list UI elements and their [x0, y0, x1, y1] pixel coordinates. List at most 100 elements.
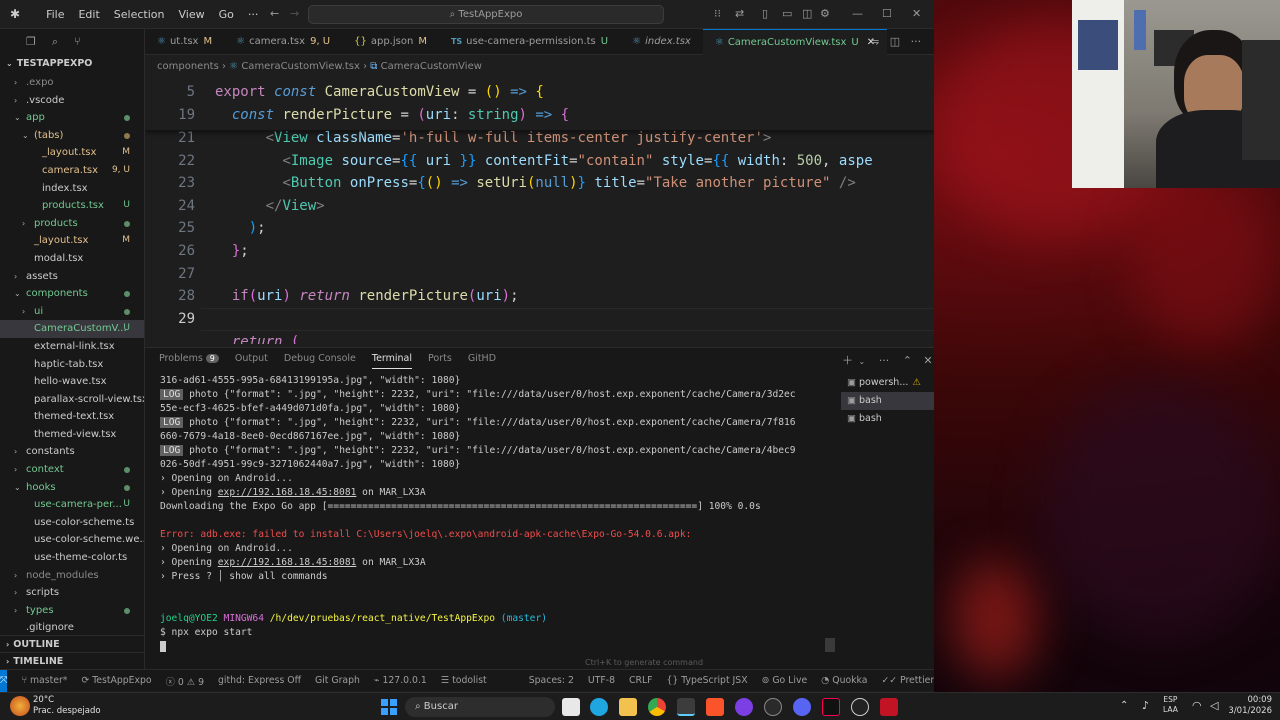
breadcrumb-folder[interactable]: components [157, 61, 219, 72]
split-editor-icon[interactable]: ◫ [890, 35, 900, 48]
tree-item[interactable]: themed-view.tsx [0, 426, 144, 444]
tab-problems[interactable]: Problems 9 [159, 353, 219, 364]
tree-item[interactable]: hello-wave.tsx [0, 373, 144, 391]
terminal-scrollbar[interactable] [825, 638, 835, 652]
chatgpt-icon[interactable] [851, 698, 869, 716]
tree-item[interactable]: › products [0, 215, 144, 233]
githd-status[interactable]: githd: Express Off [218, 675, 301, 686]
clock[interactable]: 00:09 3/01/2026 [1228, 695, 1272, 717]
tree-item[interactable]: modal.tsx [0, 250, 144, 268]
tree-item[interactable]: › .vscode [0, 92, 144, 110]
new-terminal-icon[interactable]: ＋ [842, 354, 853, 367]
remote-icon[interactable]: ⤧ [0, 669, 8, 692]
tree-item[interactable]: index.tsx [0, 180, 144, 198]
volume-icon[interactable]: ◁ [1210, 699, 1218, 712]
code-editor[interactable]: 5 export const CameraCustomView = () => … [145, 80, 934, 344]
breadcrumb-file[interactable]: CameraCustomView.tsx [241, 61, 360, 72]
explorer-title[interactable]: ⌄ TESTAPPEXPO [0, 54, 144, 74]
problems-status[interactable]: ⓧ 0 ⚠ 9 [166, 674, 204, 688]
tree-item[interactable]: CameraCustomV... U [0, 320, 144, 338]
app-icon[interactable] [735, 698, 753, 716]
maximize-icon[interactable]: ☐ [882, 7, 892, 20]
tree-item[interactable]: ⌄ app [0, 109, 144, 127]
menu-view[interactable]: View [179, 8, 205, 21]
tree-item[interactable]: ⌄ components [0, 285, 144, 303]
tree-item[interactable]: › context [0, 461, 144, 479]
menu-go[interactable]: Go [219, 8, 234, 21]
search-view-icon[interactable]: ⌕ [52, 35, 58, 49]
files-icon[interactable]: ❐ [26, 35, 36, 48]
command-center-search[interactable]: ⌕ TestAppExpo [308, 5, 664, 24]
tree-item[interactable]: › .expo [0, 74, 144, 92]
tree-item[interactable]: use-color-scheme.ts [0, 514, 144, 532]
go-live-button[interactable]: ⊚ Go Live [762, 675, 808, 686]
taskbar-search[interactable]: ⌕ Buscar [405, 697, 555, 717]
back-arrow-icon[interactable]: ← [270, 7, 279, 20]
more-actions-icon[interactable]: ··· [879, 354, 890, 367]
language-mode[interactable]: {} TypeScript JSX [666, 675, 747, 686]
more-actions-icon[interactable]: ··· [911, 35, 922, 48]
windows-start-icon[interactable] [381, 699, 397, 715]
menu-edit[interactable]: Edit [78, 8, 99, 21]
tree-item[interactable]: ⌄ (tabs) [0, 127, 144, 145]
quokka-button[interactable]: ◔ Quokka [821, 675, 867, 686]
timeline-section[interactable]: › TIMELINE [0, 652, 144, 669]
terminal-item-bash[interactable]: ▣ bash [841, 410, 934, 428]
prettier-button[interactable]: ✓✓ Prettier [881, 675, 934, 686]
tree-item[interactable]: camera.tsx 9, U [0, 162, 144, 180]
file-explorer-icon[interactable] [619, 698, 637, 716]
project-name[interactable]: ⟳ TestAppExpo [81, 675, 151, 686]
editor-tab[interactable]: ⚛ ut.tsx M [145, 29, 224, 55]
tree-item[interactable]: ⌄ hooks [0, 479, 144, 497]
chevron-up-icon[interactable]: ⌃ [1120, 700, 1128, 711]
app-icon[interactable] [880, 698, 898, 716]
editor-tab[interactable]: TS use-camera-permission.ts U [439, 29, 620, 55]
eol-status[interactable]: CRLF [629, 675, 652, 686]
menu-selection[interactable]: Selection [114, 8, 165, 21]
task-view-icon[interactable] [562, 698, 580, 716]
copilot-icon[interactable]: ⁝⁝ [714, 7, 721, 20]
maximize-panel-icon[interactable]: ⌃ [903, 354, 912, 367]
editor-tab[interactable]: ⚛ CameraCustomView.tsx U ✕ [702, 28, 888, 55]
encoding-status[interactable]: UTF-8 [588, 675, 615, 686]
host-status[interactable]: ⌁ 127.0.0.1 [374, 675, 427, 686]
github-icon[interactable] [764, 698, 782, 716]
editor-tab[interactable]: ⚛ index.tsx [620, 29, 703, 55]
terminal-app-icon[interactable] [677, 698, 695, 716]
menu-file[interactable]: File [46, 8, 64, 21]
close-icon[interactable]: ✕ [912, 7, 921, 20]
sync-icon[interactable]: ⇄ [735, 7, 744, 20]
chrome-icon[interactable] [648, 698, 666, 716]
indentation-status[interactable]: Spaces: 2 [529, 675, 574, 686]
terminal-item-powershell[interactable]: ▣ powersh... ⚠ [841, 374, 934, 392]
terminal-item-bash[interactable]: ▣ bash [841, 392, 934, 410]
tree-item[interactable]: themed-text.tsx [0, 408, 144, 426]
chevron-down-icon[interactable]: ⌄ [859, 357, 866, 366]
tree-item[interactable]: › node_modules [0, 567, 144, 585]
tab-githd[interactable]: GitHD [468, 353, 496, 364]
weather-widget[interactable]: 20°C Prac. despejado [33, 695, 101, 717]
copilot-icon[interactable] [590, 698, 608, 716]
tree-item[interactable]: use-camera-per... U [0, 496, 144, 514]
brave-icon[interactable] [706, 698, 724, 716]
tab-terminal[interactable]: Terminal [371, 353, 413, 369]
tree-item[interactable]: use-theme-color.ts [0, 549, 144, 567]
tab-ports[interactable]: Ports [428, 353, 452, 364]
tree-item[interactable]: use-color-scheme.we... [0, 531, 144, 549]
editor-tab[interactable]: ⚛ camera.tsx 9, U [224, 29, 342, 55]
input-language[interactable]: ESP LAA [1163, 695, 1178, 715]
minimize-icon[interactable]: — [852, 7, 863, 20]
git-graph-button[interactable]: Git Graph [315, 675, 360, 686]
tab-debug-console[interactable]: Debug Console [284, 353, 356, 364]
tiktok-icon[interactable] [822, 698, 840, 716]
tree-item[interactable]: › types [0, 602, 144, 620]
toggle-secondary-sidebar-icon[interactable]: ◫ [802, 7, 812, 20]
breadcrumb-symbol[interactable]: CameraCustomView [381, 61, 482, 72]
weather-icon[interactable] [10, 696, 30, 716]
tree-item[interactable]: › constants [0, 443, 144, 461]
source-control-icon[interactable]: ⑂ [74, 35, 81, 48]
forward-arrow-icon[interactable]: → [290, 7, 299, 20]
tree-item[interactable]: › assets [0, 268, 144, 286]
outline-section[interactable]: › OUTLINE [0, 635, 144, 652]
menu-more[interactable]: ··· [248, 8, 259, 21]
